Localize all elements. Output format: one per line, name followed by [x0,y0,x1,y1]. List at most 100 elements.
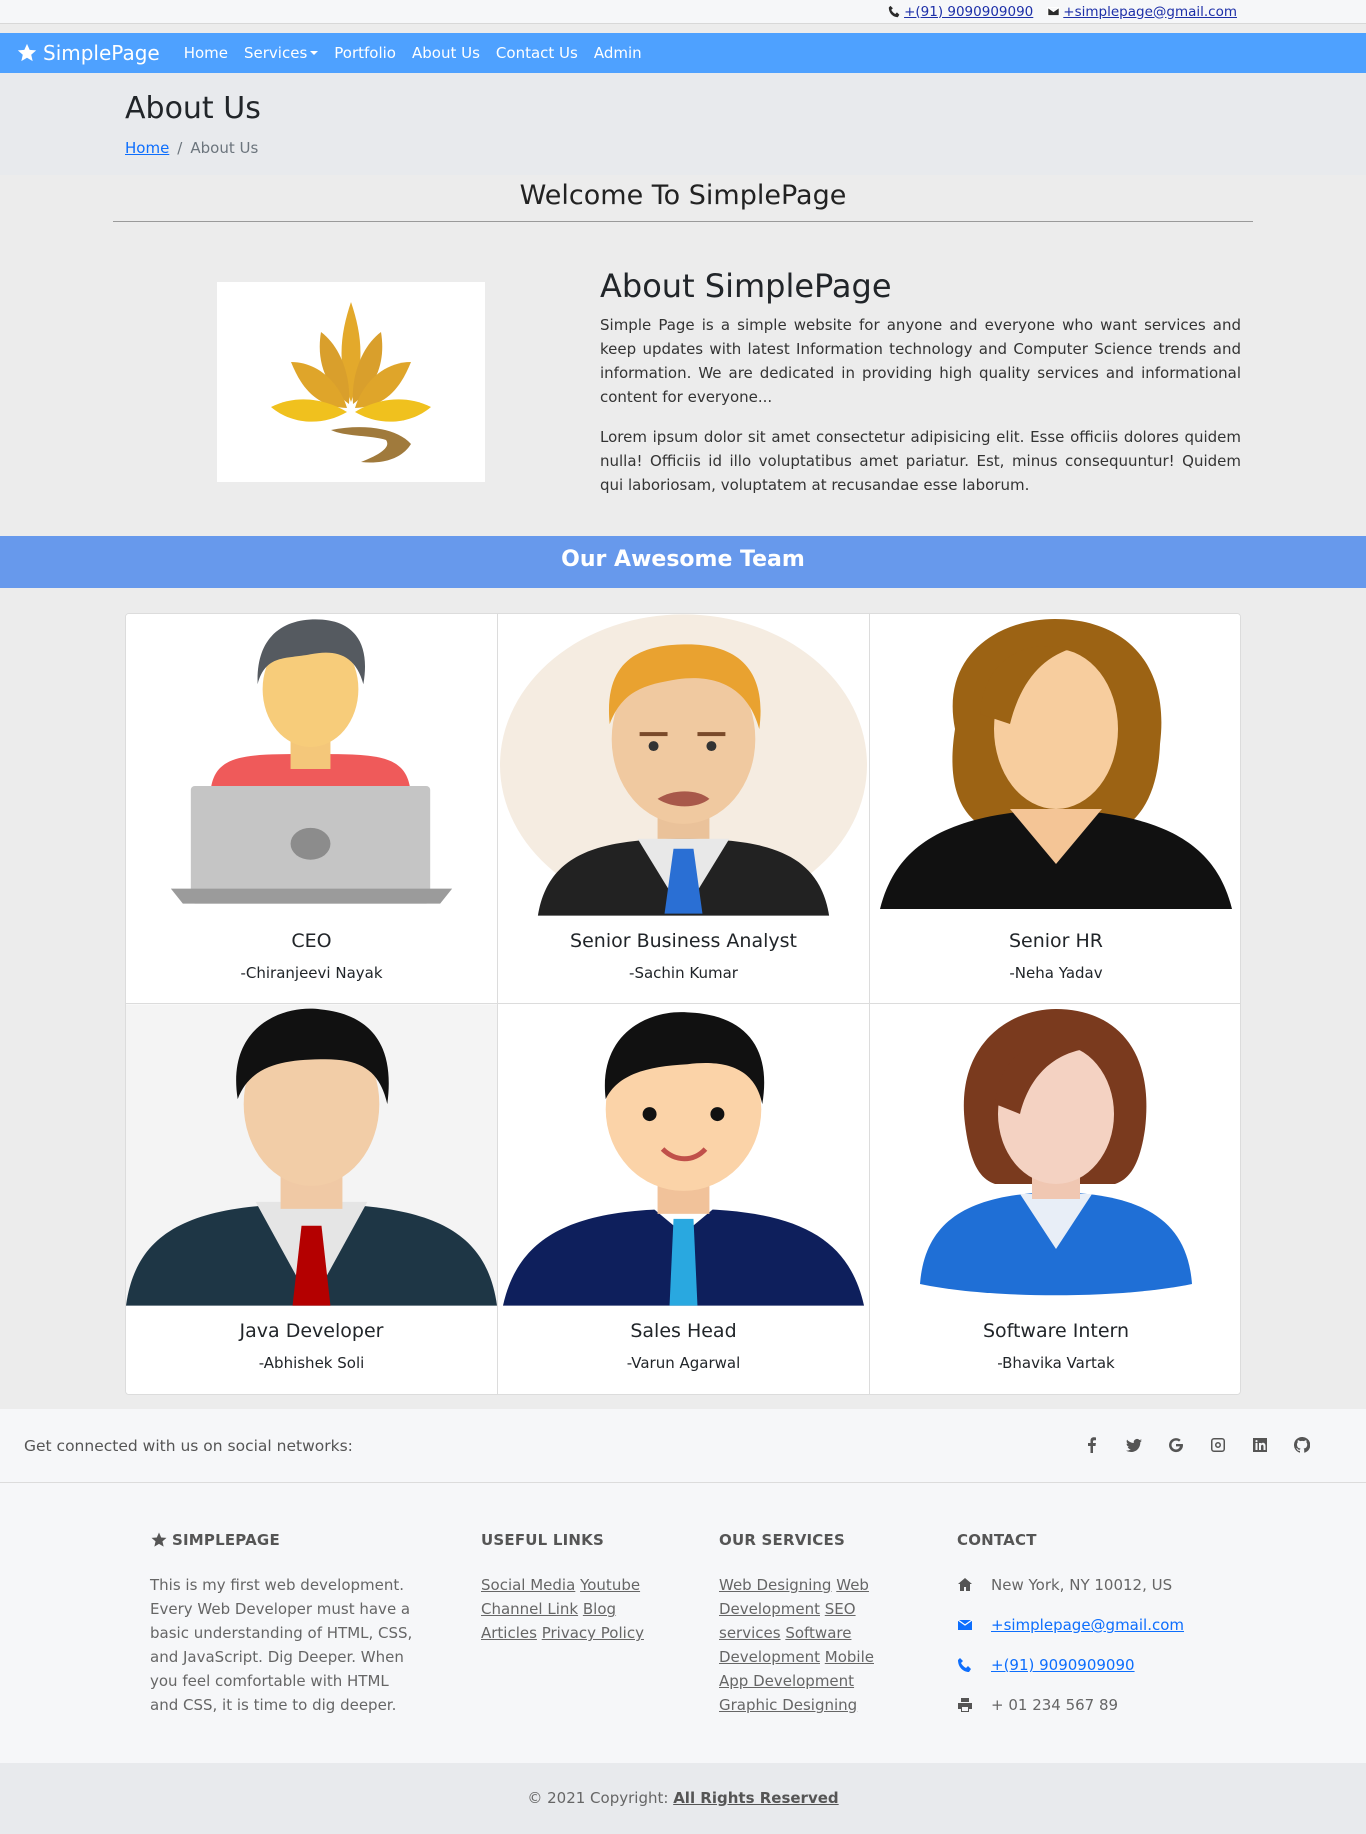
brand-name: SimplePage [43,41,160,65]
team-member-name: -Chiranjeevi Nayak [240,964,383,982]
page-header: About Us Home / About Us [0,73,1366,175]
topbar-phone-link[interactable]: +(91) 9090909090 [888,4,1033,20]
footer-address-text: New York, NY 10012, US [991,1576,1173,1594]
welcome-heading: Welcome To SimplePage [113,180,1253,222]
topbar-phone-text: +(91) 9090909090 [904,3,1034,20]
copyright-link[interactable]: All Rights Reserved [673,1789,838,1807]
linkedin-icon[interactable] [1250,1435,1270,1455]
footer-phone-link[interactable]: +(91) 9090909090 [991,1656,1135,1674]
team-member-name: -Neha Yadav [1009,964,1103,982]
footer-link-articles[interactable]: Articles [481,1624,537,1642]
footer-useful-links: Social Media Youtube Channel Link Blog A… [481,1573,651,1645]
footer-about-col: SIMPLEPAGE This is my first web developm… [150,1531,420,1717]
copyright-bar: © 2021 Copyright: All Rights Reserved [0,1763,1366,1834]
social-icons [1082,1435,1312,1455]
team-card: Java Developer -Abhishek Soli [126,1004,498,1394]
footer: SIMPLEPAGE This is my first web developm… [0,1483,1366,1763]
team-grid: CEO -Chiranjeevi Nayak Senior Business A… [125,613,1241,1395]
footer-services-links: Web Designing Web Development SEO servic… [719,1573,889,1717]
about-title: About SimplePage [600,267,892,305]
top-contact-bar: +(91) 9090909090 +simplepage@gmail.com [0,0,1366,24]
footer-fax-text: + 01 234 567 89 [991,1696,1119,1714]
footer-link-web-designing[interactable]: Web Designing [719,1576,831,1594]
nav-services-dropdown[interactable]: Services [244,44,319,62]
nav-about-us[interactable]: About Us [412,44,480,62]
star-icon [151,1532,167,1547]
footer-email: +simplepage@gmail.com [957,1613,1217,1637]
about-text: Simple Page is a simple website for anyo… [600,313,1241,513]
google-icon[interactable] [1166,1435,1186,1455]
team-card: Software Intern -Bhavika Vartak [870,1004,1240,1394]
footer-useful-links-col: USEFUL LINKS Social Media Youtube Channe… [481,1531,651,1645]
breadcrumb-home-link[interactable]: Home [125,139,169,157]
topbar-email-text: +simplepage@gmail.com [1063,3,1237,20]
footer-brand-text: SIMPLEPAGE [172,1531,280,1549]
team-member-role: Java Developer [239,1320,384,1342]
software-intern-avatar-icon [870,1004,1240,1306]
team-member-name: -Abhishek Soli [258,1354,365,1372]
team-card: Senior HR -Neha Yadav [870,614,1240,1004]
footer-link-channel-link[interactable]: Channel Link [481,1600,578,1618]
github-icon[interactable] [1292,1435,1312,1455]
nav-contact-us[interactable]: Contact Us [496,44,578,62]
hr-avatar-icon [870,614,1240,916]
copyright-text: © 2021 Copyright: [527,1789,669,1807]
about-paragraph-2: Lorem ipsum dolor sit amet consectetur a… [600,428,1241,494]
footer-fax: + 01 234 567 89 [957,1693,1217,1717]
nav-home[interactable]: Home [184,44,228,62]
company-logo [217,282,485,482]
lotus-logo-icon [271,302,431,463]
brand-logo-link[interactable]: SimplePage [16,41,160,65]
breadcrumb: Home / About Us [125,139,258,157]
footer-contact-col: CONTACT New York, NY 10012, US +simplepa… [957,1531,1217,1733]
footer-link-graphic-designing[interactable]: Graphic Designing [719,1696,857,1714]
team-card: Senior Business Analyst -Sachin Kumar [498,614,870,1004]
footer-link-social-media[interactable]: Social Media [481,1576,575,1594]
instagram-icon[interactable] [1208,1435,1228,1455]
team-member-role: Software Intern [982,1320,1130,1342]
team-member-name: -Varun Agarwal [626,1354,741,1372]
team-member-role: Senior HR [1008,930,1104,952]
footer-services-col: OUR SERVICES Web Designing Web Developme… [719,1531,889,1717]
nav-admin[interactable]: Admin [594,44,642,62]
phone-icon [958,1658,971,1672]
team-heading-band: Our Awesome Team [0,536,1366,588]
footer-contact-heading: CONTACT [957,1531,1037,1549]
breadcrumb-separator: / [177,139,183,157]
star-icon [17,43,37,62]
nav-portfolio[interactable]: Portfolio [334,44,396,62]
team-card: CEO -Chiranjeevi Nayak [126,614,498,1004]
topbar-email-link[interactable]: +simplepage@gmail.com [1047,4,1237,20]
footer-address: New York, NY 10012, US [957,1573,1217,1597]
footer-link-privacy-policy[interactable]: Privacy Policy [542,1624,644,1642]
java-developer-avatar-icon [126,1004,497,1306]
footer-email-link[interactable]: +simplepage@gmail.com [991,1616,1184,1634]
footer-phone: +(91) 9090909090 [957,1653,1217,1677]
footer-link-blog[interactable]: Blog [583,1600,616,1618]
caret-down-icon [310,51,319,55]
team-member-role: Sales Head [630,1320,737,1342]
envelope-icon [957,1619,973,1630]
footer-services-heading: OUR SERVICES [719,1531,845,1549]
facebook-icon[interactable] [1082,1435,1102,1455]
phone-icon [888,5,900,18]
team-member-role: Senior Business Analyst [570,930,797,952]
social-bar: Get connected with us on social networks… [0,1409,1366,1483]
team-card: Sales Head -Varun Agarwal [498,1004,870,1394]
envelope-icon [1047,6,1060,17]
printer-icon [958,1698,972,1712]
team-member-role: CEO [291,930,332,952]
footer-link-youtube[interactable]: Youtube [580,1576,640,1594]
page-title: About Us [125,91,261,126]
team-member-name: -Bhavika Vartak [997,1354,1115,1372]
sales-head-avatar-icon [498,1004,869,1306]
footer-about-text: This is my first web development. Every … [150,1576,413,1714]
twitter-icon[interactable] [1124,1435,1144,1455]
home-icon [958,1578,972,1591]
breadcrumb-current: About Us [190,139,259,157]
main-navbar: SimplePage Home Services Portfolio About… [0,33,1366,73]
ceo-avatar-icon [126,614,497,916]
social-text: Get connected with us on social networks… [24,1437,353,1455]
nav-services-label: Services [244,44,308,62]
business-analyst-avatar-icon [498,614,869,916]
